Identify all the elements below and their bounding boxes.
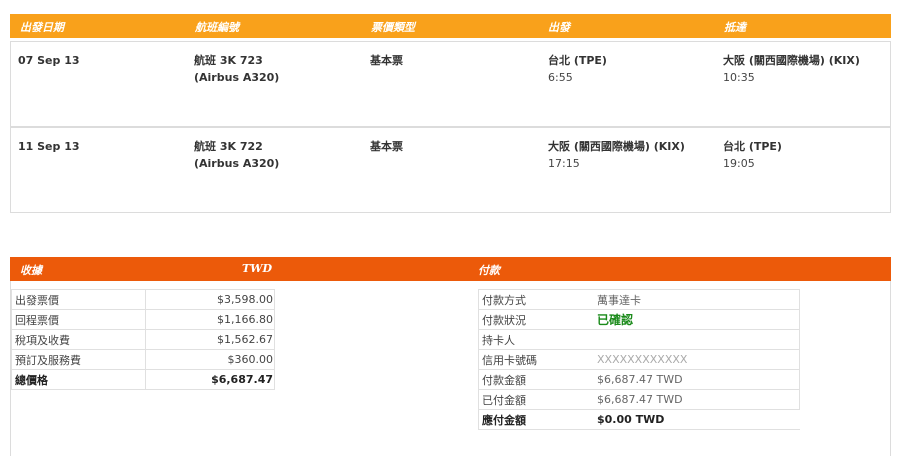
charge-label: 稅項及收費: [10, 329, 147, 350]
aircraft-type: (Airbus A320): [194, 157, 280, 170]
header-departure: 出發: [548, 21, 570, 34]
table-row: 信用卡號碼 XXXXXXXXXXXX: [478, 349, 800, 370]
amount-due-value: $0.00 TWD: [594, 409, 800, 430]
header-fare-type: 票價類型: [371, 21, 415, 34]
header-depart-date: 出發日期: [20, 21, 64, 34]
table-row: 付款狀況 已確認: [478, 309, 800, 330]
header-arrival: 抵達: [724, 21, 746, 34]
payment-amount-value: $6,687.47 TWD: [594, 369, 800, 390]
arrival-place: 台北 (TPE): [723, 140, 782, 153]
flight-row: 07 Sep 13 航班 3K 723 (Airbus A320) 基本票 台北…: [10, 41, 891, 127]
payment-title: 付款: [478, 264, 500, 277]
flight-table-header: 出發日期 航班編號 票價類型 出發 抵達: [10, 14, 891, 38]
payment-details-table: 付款方式 萬事達卡 付款狀況 已確認 持卡人 信用卡號碼 XXXXXXXXXXX…: [478, 289, 800, 430]
arrival-time: 19:05: [723, 157, 755, 170]
charge-amount: $3,598.00: [145, 289, 275, 310]
arrival-time: 10:35: [723, 71, 755, 84]
charge-amount: $1,166.80: [145, 309, 275, 330]
departure-place: 大阪 (關西國際機場) (KIX): [548, 140, 685, 153]
fare-type: 基本票: [370, 140, 403, 153]
departure-time: 6:55: [548, 71, 573, 84]
amount-due-label: 應付金額: [478, 409, 594, 430]
table-row: 出發票價 $3,598.00: [10, 289, 275, 310]
cardholder-label: 持卡人: [478, 329, 594, 350]
aircraft-type: (Airbus A320): [194, 71, 280, 84]
payment-status-label: 付款狀況: [478, 309, 594, 330]
table-row: 回程票價 $1,166.80: [10, 309, 275, 330]
payment-amount-label: 付款金額: [478, 369, 594, 390]
total-row: 總價格 $6,687.47: [10, 369, 275, 390]
table-row: 已付金額 $6,687.47 TWD: [478, 389, 800, 410]
payment-method-label: 付款方式: [478, 289, 594, 310]
total-amount: $6,687.47: [145, 369, 275, 390]
paid-amount-label: 已付金額: [478, 389, 594, 410]
charge-amount: $360.00: [145, 349, 275, 370]
amount-due-row: 應付金額 $0.00 TWD: [478, 409, 800, 430]
receipt-payment-header: 收據 TWD 付款: [10, 257, 891, 281]
departure-time: 17:15: [548, 157, 580, 170]
charge-amount: $1,562.67: [145, 329, 275, 350]
paid-amount-value: $6,687.47 TWD: [594, 389, 800, 410]
fare-type: 基本票: [370, 54, 403, 67]
table-row: 持卡人: [478, 329, 800, 350]
charge-label: 預訂及服務費: [10, 349, 147, 370]
flight-row: 11 Sep 13 航班 3K 722 (Airbus A320) 基本票 大阪…: [10, 127, 891, 213]
arrival-place: 大阪 (關西國際機場) (KIX): [723, 54, 860, 67]
table-row: 稅項及收費 $1,562.67: [10, 329, 275, 350]
arrival-cell: 大阪 (關西國際機場) (KIX) 10:35: [723, 52, 860, 86]
total-label: 總價格: [10, 369, 147, 390]
charge-label: 回程票價: [10, 309, 147, 330]
currency-label: TWD: [242, 262, 273, 275]
receipt-title: 收據: [20, 264, 42, 277]
table-row: 預訂及服務費 $360.00: [10, 349, 275, 370]
payment-status-value: 已確認: [594, 309, 800, 330]
price-breakdown-table: 出發票價 $3,598.00 回程票價 $1,166.80 稅項及收費 $1,5…: [10, 289, 275, 390]
charge-label: 出發票價: [10, 289, 147, 310]
departure-cell: 大阪 (關西國際機場) (KIX) 17:15: [548, 138, 685, 172]
table-row: 付款方式 萬事達卡: [478, 289, 800, 310]
flight-number: 航班 3K 723: [194, 54, 263, 67]
departure-place: 台北 (TPE): [548, 54, 607, 67]
table-row: 付款金額 $6,687.47 TWD: [478, 369, 800, 390]
flight-number-cell: 航班 3K 723 (Airbus A320): [194, 52, 279, 86]
flight-number-cell: 航班 3K 722 (Airbus A320): [194, 138, 279, 172]
card-number-label: 信用卡號碼: [478, 349, 594, 370]
payment-method-value: 萬事達卡: [594, 289, 800, 310]
arrival-cell: 台北 (TPE) 19:05: [723, 138, 782, 172]
cardholder-value: [594, 329, 800, 350]
flight-date: 07 Sep 13: [18, 54, 80, 67]
card-number-value: XXXXXXXXXXXX: [594, 349, 800, 370]
flight-date: 11 Sep 13: [18, 140, 80, 153]
departure-cell: 台北 (TPE) 6:55: [548, 52, 607, 86]
header-flight-number: 航班編號: [195, 21, 239, 34]
flight-number: 航班 3K 722: [194, 140, 263, 153]
